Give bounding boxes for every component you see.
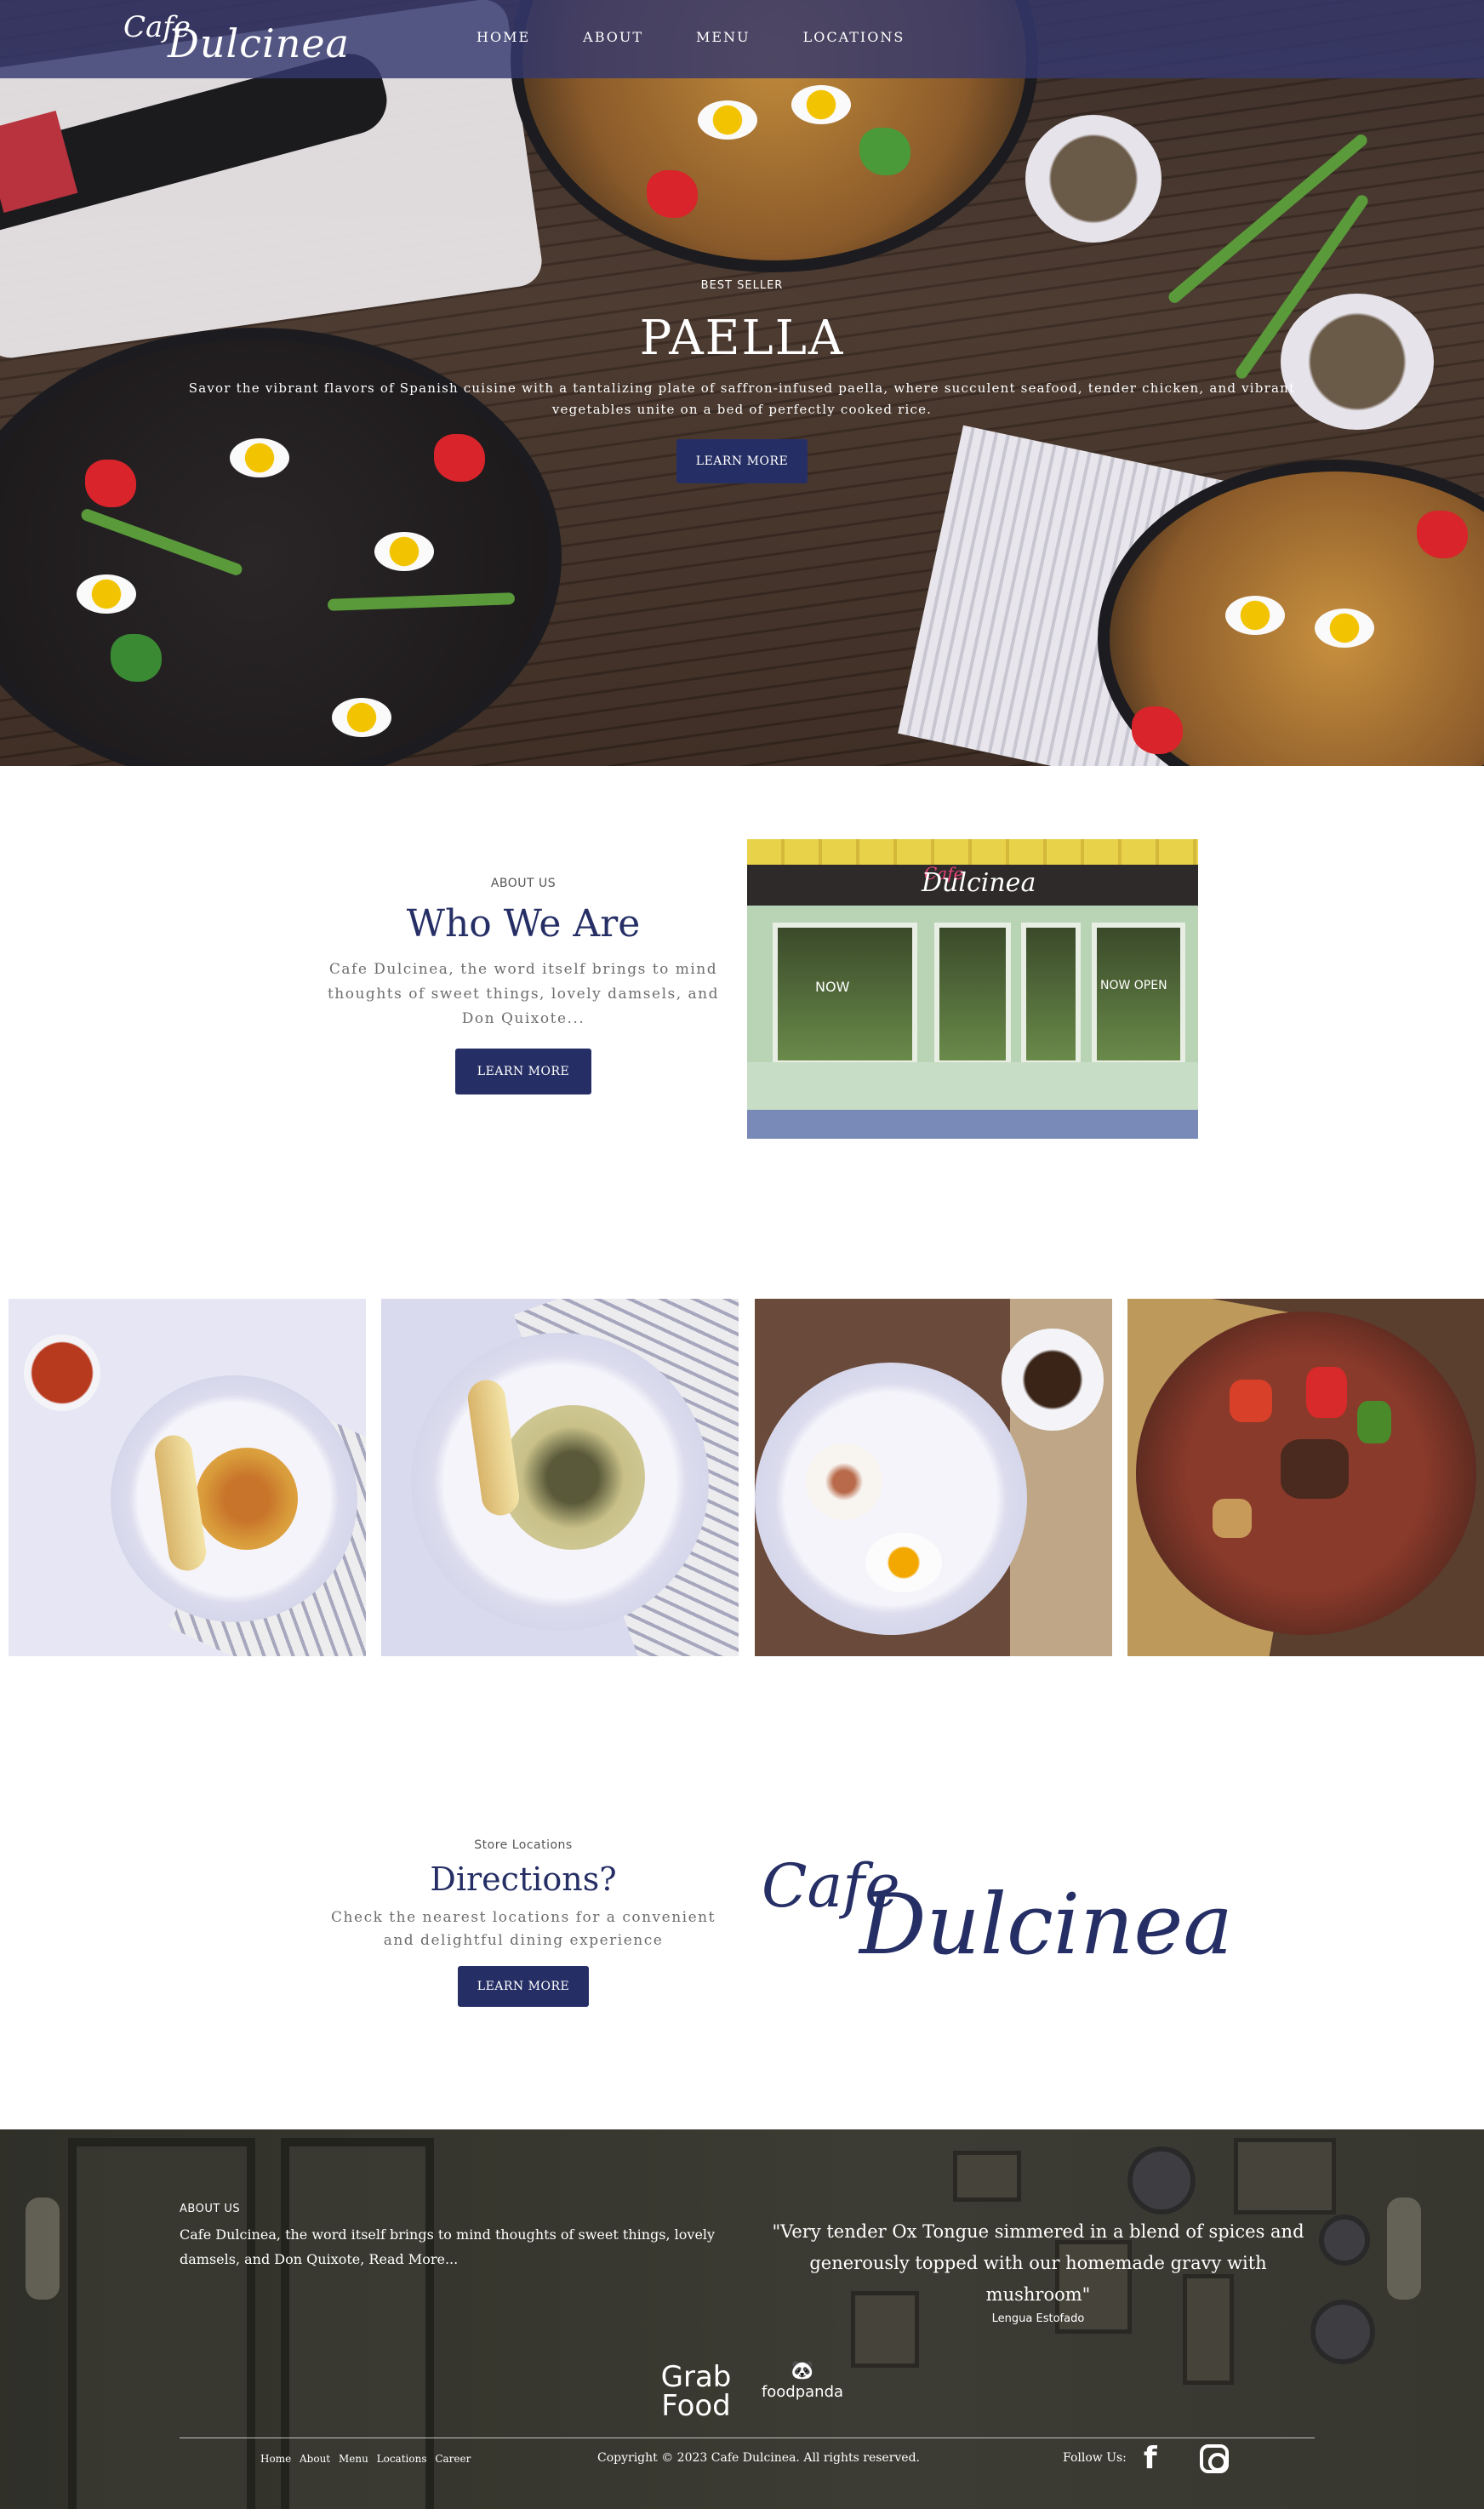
green-pepper-image bbox=[1357, 1401, 1391, 1443]
egg-image bbox=[332, 698, 391, 737]
about-section: ABOUT US Who We Are Cafe Dulcinea, the w… bbox=[323, 877, 723, 1094]
egg-image bbox=[791, 85, 851, 124]
egg-image bbox=[374, 532, 434, 571]
testimonial-dish-name: Lengua Estofado bbox=[991, 2312, 1085, 2325]
nav-home-link[interactable]: HOME bbox=[477, 29, 530, 45]
foodpanda-logo-text: foodpanda bbox=[761, 2383, 844, 2401]
food-gallery bbox=[0, 1299, 1484, 1656]
footer-link-home[interactable]: Home bbox=[260, 2453, 291, 2465]
fried-egg-image bbox=[865, 1533, 942, 1592]
egg-image bbox=[1225, 596, 1285, 635]
footer-about-kicker: ABOUT US bbox=[180, 2203, 241, 2215]
plate-image bbox=[755, 1363, 1027, 1635]
testimonial-quote: "Very tender Ox Tongue simmered in a ble… bbox=[772, 2221, 1304, 2305]
gallery-breakfast-photo[interactable] bbox=[755, 1299, 1112, 1656]
rice-image bbox=[806, 1443, 882, 1520]
follow-us-label: Follow Us: bbox=[1063, 2451, 1127, 2465]
grabfood-logo-line1: Grab bbox=[660, 2360, 732, 2394]
directions-title: Directions? bbox=[430, 1860, 617, 1898]
directions-learn-more-button[interactable]: LEARN MORE bbox=[458, 1966, 589, 2007]
gallery-spaghetti-photo[interactable] bbox=[9, 1299, 366, 1656]
nav-menu-link[interactable]: MENU bbox=[696, 29, 751, 45]
window-now-text: NOW bbox=[815, 979, 850, 995]
logo-name-text: Dulcinea bbox=[168, 20, 350, 66]
big-logo-name-text: Dulcinea bbox=[859, 1877, 1233, 1974]
gallery-stew-photo[interactable] bbox=[1127, 1299, 1484, 1656]
hero-description: Savor the vibrant flavors of Spanish cui… bbox=[188, 380, 1296, 417]
directions-text: Check the nearest locations for a conven… bbox=[331, 1909, 716, 1949]
footer-link-locations[interactable]: Locations bbox=[377, 2453, 427, 2465]
pepper-image bbox=[859, 128, 910, 175]
spaghetti-image bbox=[196, 1448, 298, 1550]
foodpanda-logo[interactable]: 🐼 foodpanda bbox=[756, 2359, 849, 2410]
mushroom-image bbox=[1213, 1499, 1252, 1538]
pesto-pasta-image bbox=[500, 1405, 645, 1550]
storefront-awning bbox=[747, 839, 1198, 865]
foodpanda-icon: 🐼 bbox=[791, 2360, 814, 2381]
cafe-dulcinea-logo: Cafe Dulcinea bbox=[762, 1851, 1233, 1974]
pepper-image bbox=[647, 170, 698, 218]
directions-section: Store Locations Directions? Check the ne… bbox=[323, 1838, 723, 2007]
storefront-window bbox=[1092, 923, 1185, 1066]
storefront-photo: Cafe Dulcinea NOW NOW OPEN bbox=[747, 839, 1198, 1139]
spice-bowl-image bbox=[1025, 115, 1162, 243]
footer-link-about[interactable]: About bbox=[300, 2453, 330, 2465]
pepper-image bbox=[1417, 511, 1468, 558]
hero-learn-more-button[interactable]: LEARN MORE bbox=[676, 439, 808, 483]
top-navigation: Cafe Dulcinea HOME ABOUT MENU LOCATIONS bbox=[0, 0, 1484, 78]
grabfood-logo[interactable]: Grab Food bbox=[654, 2363, 739, 2422]
beef-chunk-image bbox=[1281, 1439, 1349, 1499]
storefront-base bbox=[747, 1062, 1198, 1110]
grabfood-logo-line2: Food bbox=[661, 2389, 731, 2423]
pepper-image bbox=[111, 634, 162, 682]
storefront-sign-name-text: Dulcinea bbox=[922, 868, 1036, 898]
storefront-door bbox=[1021, 923, 1081, 1066]
egg-image bbox=[698, 100, 757, 140]
footer-link-menu[interactable]: Menu bbox=[339, 2453, 368, 2465]
sauce-bowl-image bbox=[24, 1335, 100, 1411]
hero-title: PAELLA bbox=[639, 311, 845, 366]
storefront-floor bbox=[747, 1110, 1198, 1139]
directions-kicker: Store Locations bbox=[474, 1838, 573, 1852]
site-logo[interactable]: Cafe Dulcinea bbox=[123, 7, 349, 66]
gallery-pesto-pasta-photo[interactable] bbox=[381, 1299, 739, 1656]
pepper-image bbox=[1132, 706, 1183, 754]
hero-kicker: BEST SELLER bbox=[700, 279, 784, 292]
red-pepper-image bbox=[1306, 1367, 1347, 1418]
footer-links: Home About Menu Locations Career bbox=[260, 2453, 476, 2465]
hero-content: BEST SELLER PAELLA Savor the vibrant fla… bbox=[0, 279, 1484, 483]
nav-locations-link[interactable]: LOCATIONS bbox=[803, 29, 905, 45]
footer-link-career[interactable]: Career bbox=[435, 2453, 471, 2465]
copyright-text: Copyright © 2023 Cafe Dulcinea. All righ… bbox=[597, 2451, 920, 2465]
footer-about: ABOUT US Cafe Dulcinea, the word itself … bbox=[180, 2203, 741, 2272]
window-now-open-text: NOW OPEN bbox=[1100, 979, 1167, 992]
egg-image bbox=[77, 574, 136, 614]
egg-image bbox=[1315, 609, 1374, 648]
footer-about-text[interactable]: Cafe Dulcinea, the word itself brings to… bbox=[180, 2222, 741, 2272]
hero-section: BEST SELLER PAELLA Savor the vibrant fla… bbox=[0, 0, 1484, 766]
about-text: Cafe Dulcinea, the word itself brings to… bbox=[327, 961, 720, 1027]
footer-testimonial: "Very tender Ox Tongue simmered in a ble… bbox=[766, 2216, 1310, 2325]
storefront-door bbox=[934, 923, 1011, 1066]
about-learn-more-button[interactable]: LEARN MORE bbox=[455, 1049, 591, 1094]
nav-about-link[interactable]: ABOUT bbox=[583, 29, 643, 45]
about-kicker: ABOUT US bbox=[490, 877, 556, 890]
coffee-cup-image bbox=[1002, 1329, 1104, 1431]
about-title: Who We Are bbox=[406, 902, 641, 946]
carrot-image bbox=[1230, 1380, 1272, 1422]
facebook-icon[interactable]: f bbox=[1144, 2441, 1157, 2476]
instagram-icon[interactable] bbox=[1200, 2444, 1229, 2473]
nav-links: HOME ABOUT MENU LOCATIONS bbox=[477, 29, 957, 45]
